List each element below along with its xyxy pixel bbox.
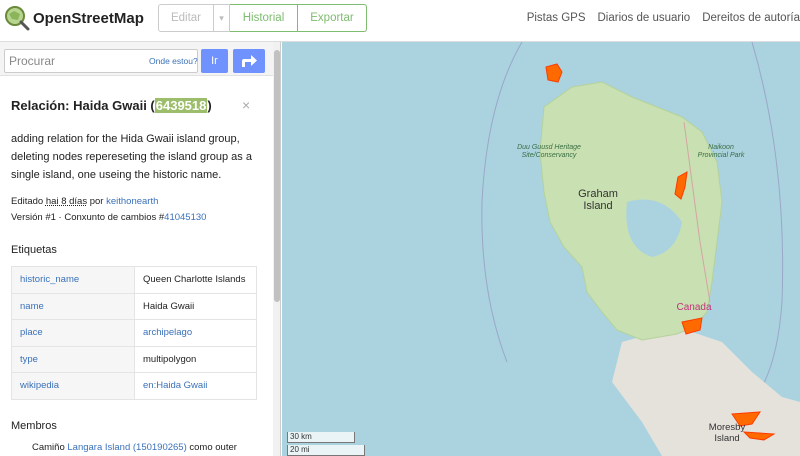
tag-row: historic_name Queen Charlotte Islands bbox=[11, 266, 257, 294]
export-button[interactable]: Exportar bbox=[298, 4, 367, 32]
maritime-boundary-west bbox=[481, 42, 523, 363]
scale-bar-mi: 20 mi bbox=[287, 445, 365, 456]
title-prefix: Relación: Haida Gwaii ( bbox=[11, 98, 155, 113]
search-bar: Onde estou? Ir bbox=[0, 42, 280, 76]
relation-description: adding relation for the Hida Gwaii islan… bbox=[11, 133, 252, 181]
tag-value[interactable]: en:Haida Gwaii bbox=[134, 372, 257, 400]
member-link[interactable]: Langara Island (150190265) bbox=[67, 442, 186, 453]
directions-arrow-icon bbox=[242, 55, 257, 67]
relation-id: 6439518 bbox=[154, 98, 208, 113]
sidebar-scrollbar[interactable] bbox=[273, 42, 280, 456]
osm-logo-icon[interactable] bbox=[4, 5, 30, 31]
member-suffix: como outer bbox=[186, 441, 237, 453]
edited-line: Editado hai 8 días por keithonearth bbox=[11, 194, 267, 210]
member-prefix: Camiño bbox=[32, 441, 68, 453]
label-duu-guusd: Duu Guusd Heritage Site/Conservancy bbox=[517, 144, 581, 159]
tags-heading: Etiquetas bbox=[11, 244, 57, 256]
map-view[interactable]: Duu Guusd Heritage Site/Conservancy Naik… bbox=[282, 42, 800, 456]
scrollbar-thumb[interactable] bbox=[274, 50, 280, 302]
relation-meta: Editado hai 8 días por keithonearth Vers… bbox=[11, 194, 267, 226]
version-prefix: Versión #1 · Conxunto de cambios # bbox=[11, 212, 165, 223]
edited-when: hai 8 días bbox=[45, 196, 88, 207]
tag-row: wikipedia en:Haida Gwaii bbox=[11, 372, 257, 400]
scale-bar-km: 30 km bbox=[287, 432, 355, 443]
go-button[interactable]: Ir bbox=[201, 49, 228, 73]
label-canada: Canada bbox=[676, 302, 712, 313]
brand-name[interactable]: OpenStreetMap bbox=[33, 10, 144, 27]
members-heading: Membros bbox=[11, 419, 57, 432]
edited-by: por bbox=[87, 196, 107, 207]
edited-prefix: Editado bbox=[11, 196, 46, 207]
edit-button-group: Editar ▾ Historial Exportar bbox=[158, 4, 367, 32]
tags-table: historic_name Queen Charlotte Islands name… bbox=[11, 266, 257, 400]
where-am-i-link[interactable]: Onde estou? bbox=[149, 56, 198, 66]
tag-value: Haida Gwaii bbox=[134, 292, 257, 320]
tag-value[interactable]: archipelago bbox=[134, 319, 257, 347]
nav-user-diaries[interactable]: Diarios de usuario bbox=[598, 12, 691, 24]
changeset-link[interactable]: 41045130 bbox=[164, 212, 206, 223]
tag-value: multipolygon bbox=[134, 345, 257, 373]
top-header: OpenStreetMap Editar ▾ Historial Exporta… bbox=[0, 0, 800, 42]
history-button[interactable]: Historial bbox=[230, 4, 298, 32]
sidebar: Onde estou? Ir × Relación: Haida Gwaii (… bbox=[0, 42, 281, 456]
nav-copyright[interactable]: Dereitos de autoría bbox=[702, 12, 800, 24]
tag-key[interactable]: historic_name bbox=[11, 266, 135, 294]
tag-key[interactable]: wikipedia bbox=[11, 372, 135, 400]
member-item: Camiño Langara Island (150190265) como o… bbox=[11, 442, 267, 453]
tag-key[interactable]: place bbox=[11, 319, 135, 347]
edit-button[interactable]: Editar bbox=[158, 4, 214, 32]
tag-row: type multipolygon bbox=[11, 345, 257, 373]
tag-row: name Haida Gwaii bbox=[11, 292, 257, 320]
right-nav: Pistas GPS Diarios de usuario Dereitos d… bbox=[527, 12, 800, 24]
tag-row: place archipelago bbox=[11, 319, 257, 347]
maritime-boundary-east bbox=[751, 42, 784, 403]
nav-gps-traces[interactable]: Pistas GPS bbox=[527, 12, 586, 24]
label-naikoon: Naikoon Provincial Park bbox=[697, 144, 745, 159]
tag-key[interactable]: type bbox=[11, 345, 135, 373]
label-moresby-island: Moresby Island bbox=[708, 422, 746, 444]
label-graham-island: Graham Island bbox=[578, 188, 618, 212]
edit-dropdown-caret[interactable]: ▾ bbox=[214, 4, 230, 32]
relation-panel: Relación: Haida Gwaii (6439518) adding r… bbox=[11, 98, 267, 453]
editor-link[interactable]: keithonearth bbox=[106, 196, 158, 207]
directions-button[interactable] bbox=[233, 49, 265, 73]
version-line: Versión #1 · Conxunto de cambios #410451… bbox=[11, 210, 267, 226]
tag-key[interactable]: name bbox=[11, 292, 135, 320]
tag-value: Queen Charlotte Islands bbox=[134, 266, 257, 294]
title-suffix: ) bbox=[207, 98, 212, 113]
langara-island-member bbox=[545, 63, 563, 83]
relation-title: Relación: Haida Gwaii (6439518) bbox=[11, 98, 267, 114]
map-canvas[interactable] bbox=[282, 42, 800, 456]
